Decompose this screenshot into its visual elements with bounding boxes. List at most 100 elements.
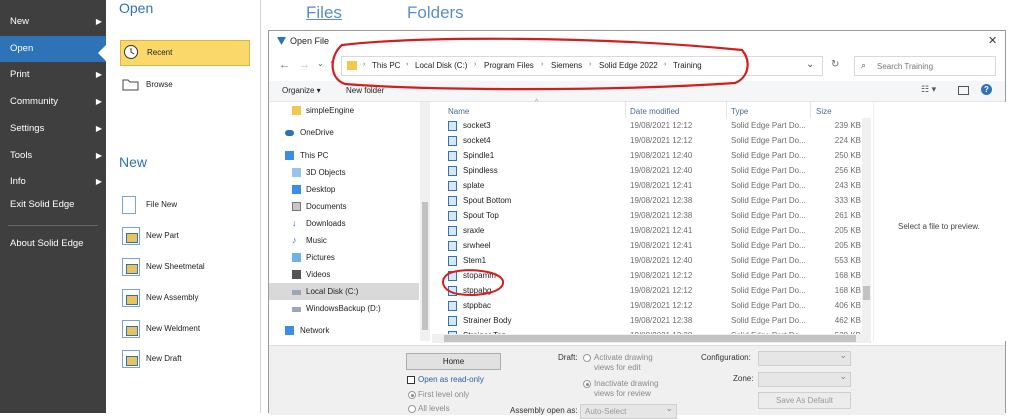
nav-item-network[interactable]: Network bbox=[269, 322, 419, 339]
file-row[interactable]: Spout Bottom 19/08/2021 12:38 Solid Edge P… bbox=[432, 193, 866, 208]
nav-scroll-thumb[interactable] bbox=[422, 202, 428, 330]
sidebar-item-tools[interactable]: Tools ▶ bbox=[0, 143, 106, 169]
sidebar-item-label: New bbox=[10, 16, 30, 27]
horizontal-scrollbar[interactable] bbox=[432, 334, 871, 343]
nav-item-onedrive[interactable]: OneDrive bbox=[269, 124, 419, 141]
sidebar-item-settings[interactable]: Settings ▶ bbox=[0, 116, 106, 142]
file-row[interactable]: Spindless 19/08/2021 12:40 Solid Edge Part… bbox=[432, 163, 866, 178]
breadcrumb-siemens[interactable]: Siemens bbox=[551, 61, 582, 70]
nav-item-documents[interactable]: Documents bbox=[269, 198, 419, 215]
file-scroll-thumb[interactable] bbox=[863, 286, 870, 300]
column-header-size[interactable]: Size bbox=[816, 107, 832, 116]
new-part-button[interactable]: New Part bbox=[120, 224, 248, 248]
recent-button[interactable]: Recent bbox=[120, 40, 250, 66]
new-folder-button[interactable]: New folder bbox=[346, 86, 384, 95]
solid-edge-part-icon bbox=[448, 211, 457, 221]
activate-views-radio[interactable] bbox=[583, 354, 591, 362]
all-levels-radio[interactable] bbox=[408, 405, 416, 413]
nav-item-pictures[interactable]: Pictures bbox=[269, 249, 419, 266]
desktop-icon bbox=[292, 185, 301, 194]
file-row[interactable]: srwheel 19/08/2021 12:41 Solid Edge Part D… bbox=[432, 238, 866, 253]
file-type: Solid Edge Part Do... bbox=[731, 286, 806, 295]
nav-item-label: Network bbox=[300, 326, 330, 335]
breadcrumb-solid-edge[interactable]: Solid Edge 2022 bbox=[599, 61, 658, 70]
nav-item-downloads[interactable]: ↓ Downloads bbox=[269, 215, 419, 232]
view-options-icon[interactable]: ☷ ▾ bbox=[921, 84, 936, 95]
assembly-open-as-select[interactable]: Auto-Select bbox=[580, 403, 677, 419]
sidebar-item-community[interactable]: Community ▶ bbox=[0, 89, 106, 115]
nav-item-desktop[interactable]: Desktop bbox=[269, 181, 419, 198]
column-header-name[interactable]: Name bbox=[448, 107, 469, 116]
file-name: sraxle bbox=[463, 226, 485, 235]
close-icon[interactable]: ✕ bbox=[988, 34, 997, 47]
file-row[interactable]: socket3 19/08/2021 12:12 Solid Edge Part D… bbox=[432, 118, 866, 133]
sidebar-item-about[interactable]: About Solid Edge bbox=[0, 231, 106, 257]
file-row[interactable]: Spindle1 19/08/2021 12:40 Solid Edge Part … bbox=[432, 148, 866, 163]
file-row[interactable]: stppbac 19/08/2021 12:12 Solid Edge Part D… bbox=[432, 298, 866, 313]
breadcrumb-this-pc[interactable]: This PC bbox=[372, 61, 400, 70]
nav-item-windowsbackup[interactable]: WindowsBackup (D:) bbox=[269, 300, 419, 317]
sidebar-item-print[interactable]: Print ▶ bbox=[0, 62, 106, 88]
browse-button[interactable]: Browse bbox=[120, 73, 248, 97]
new-sheetmetal-button[interactable]: New Sheetmetal bbox=[120, 255, 248, 279]
first-level-radio[interactable] bbox=[408, 391, 416, 399]
chevron-down-icon[interactable]: ⌄ bbox=[806, 59, 814, 70]
nav-scrollbar[interactable] bbox=[420, 102, 430, 341]
inactivate-views-label: Inactivate drawing views for review bbox=[594, 379, 659, 398]
recent-locations-icon[interactable]: ⌄ bbox=[317, 59, 324, 68]
save-as-default-button[interactable]: Save As Default bbox=[758, 392, 851, 409]
nav-item-this-pc[interactable]: This PC bbox=[269, 147, 419, 164]
open-readonly-checkbox[interactable] bbox=[407, 376, 415, 384]
search-icon: ⌕ bbox=[861, 60, 867, 70]
file-row[interactable]: socket4 19/08/2021 12:12 Solid Edge Part D… bbox=[432, 133, 866, 148]
inactivate-views-radio[interactable] bbox=[583, 380, 591, 388]
file-row[interactable]: stppabg 19/08/2021 12:12 Solid Edge Part D… bbox=[432, 283, 866, 298]
nav-item-simpleengine[interactable]: simpleEngine bbox=[269, 102, 419, 119]
nav-item-local-disk[interactable]: Local Disk (C:) bbox=[269, 283, 419, 300]
up-arrow-icon[interactable]: ↑ bbox=[329, 58, 335, 70]
file-size: 333 KB bbox=[834, 196, 861, 205]
preview-pane-icon[interactable] bbox=[958, 86, 969, 95]
breadcrumb-program-files[interactable]: Program Files bbox=[484, 61, 534, 70]
horizontal-scroll-thumb[interactable] bbox=[444, 335, 856, 342]
home-button[interactable]: Home bbox=[406, 353, 501, 370]
sidebar-item-exit[interactable]: Exit Solid Edge bbox=[0, 192, 106, 218]
column-header-type[interactable]: Type bbox=[731, 107, 748, 116]
sidebar-item-open[interactable]: Open bbox=[0, 36, 106, 62]
search-input[interactable]: ⌕ Search Training bbox=[854, 56, 996, 76]
nav-item-3d-objects[interactable]: 3D Objects bbox=[269, 164, 419, 181]
file-row[interactable]: Stem1 19/08/2021 12:40 Solid Edge Part Do.… bbox=[432, 253, 866, 268]
new-assembly-button[interactable]: New Assembly bbox=[120, 286, 248, 310]
file-row[interactable]: stopamm 19/08/2021 12:12 Solid Edge Part D… bbox=[432, 268, 866, 283]
file-new-button[interactable]: File New bbox=[120, 193, 248, 217]
nav-item-music[interactable]: ♪ Music bbox=[269, 232, 419, 249]
file-type: Solid Edge Part Do... bbox=[731, 151, 806, 160]
file-row[interactable]: splate 19/08/2021 12:41 Solid Edge Part Do… bbox=[432, 178, 866, 193]
help-icon[interactable]: ? bbox=[981, 84, 992, 95]
folder-open-icon bbox=[122, 76, 140, 102]
tab-folders[interactable]: Folders bbox=[407, 3, 464, 23]
breadcrumb-local-disk[interactable]: Local Disk (C:) bbox=[415, 61, 467, 70]
draft-icon bbox=[122, 350, 140, 368]
tab-files[interactable]: Files bbox=[306, 3, 342, 23]
file-row[interactable]: Strainer Body 19/08/2021 12:38 Solid Edge … bbox=[432, 313, 866, 328]
zone-select[interactable] bbox=[758, 371, 851, 387]
nav-item-videos[interactable]: Videos bbox=[269, 266, 419, 283]
breadcrumb-training[interactable]: Training bbox=[673, 61, 702, 70]
file-row[interactable]: Spout Top 19/08/2021 12:38 Solid Edge Part… bbox=[432, 208, 866, 223]
chevron-right-icon: › bbox=[363, 61, 366, 68]
file-new-icon bbox=[122, 196, 136, 214]
sidebar-item-new[interactable]: New ▶ bbox=[0, 9, 106, 35]
file-row[interactable]: sraxle 19/08/2021 12:41 Solid Edge Part Do… bbox=[432, 223, 866, 238]
column-header-date[interactable]: Date modified bbox=[630, 107, 679, 116]
new-draft-button[interactable]: New Draft bbox=[120, 347, 248, 371]
back-arrow-icon[interactable]: ← bbox=[279, 59, 290, 71]
forward-arrow-icon[interactable]: → bbox=[299, 59, 310, 71]
configuration-select[interactable] bbox=[758, 350, 851, 366]
file-list-scrollbar[interactable]: ⌄ bbox=[862, 118, 871, 341]
refresh-icon[interactable]: ↻ bbox=[831, 59, 839, 70]
organize-button[interactable]: Organize ▾ bbox=[282, 86, 321, 95]
address-bar[interactable]: › This PC › Local Disk (C:) › Program Fi… bbox=[341, 56, 823, 76]
file-name: socket4 bbox=[463, 136, 491, 145]
new-weldment-button[interactable]: New Weldment bbox=[120, 317, 248, 341]
